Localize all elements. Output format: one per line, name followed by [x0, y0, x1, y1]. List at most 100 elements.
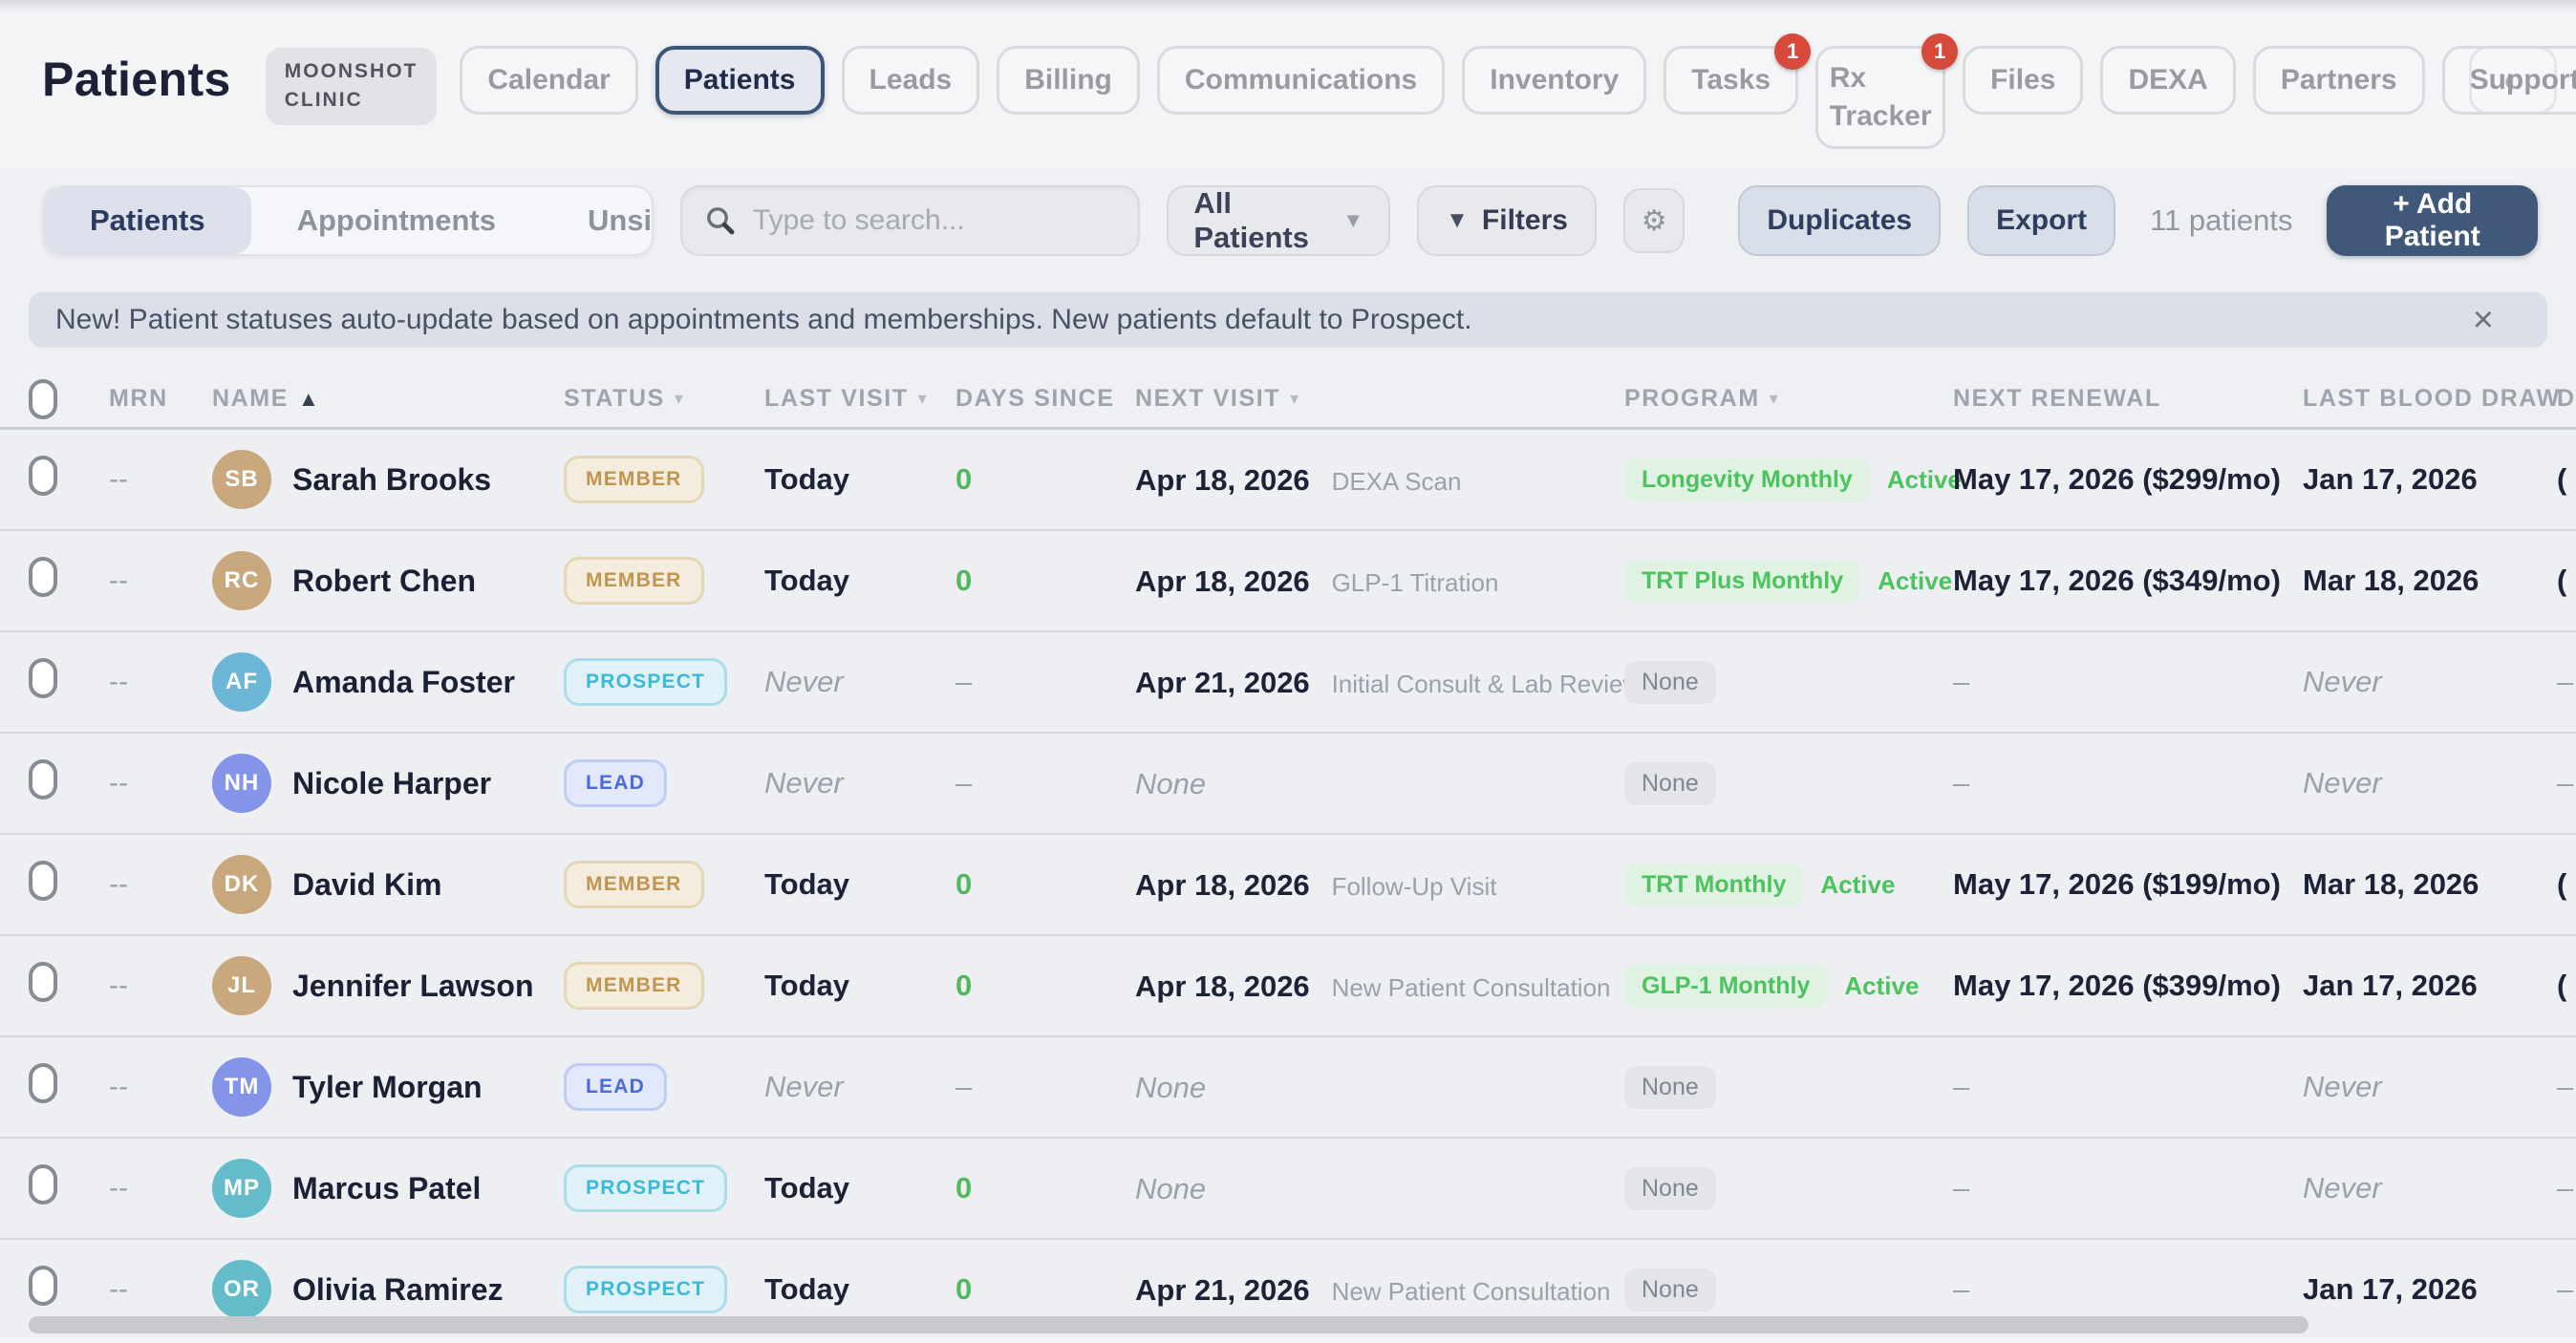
row-checkbox[interactable] — [29, 759, 57, 799]
nav-tab-communications[interactable]: Communications — [1157, 46, 1445, 115]
next-visit-type: GLP-1 Titration — [1332, 568, 1499, 597]
column-header-next-renewal[interactable]: NEXT RENEWAL — [1953, 385, 2303, 413]
nav-tab-dexa[interactable]: DEXA — [2100, 46, 2235, 115]
column-header-d[interactable]: D — [2557, 385, 2576, 413]
program-badge: GLP-1 Monthly — [1624, 965, 1827, 1008]
last-visit: Today — [764, 1171, 955, 1205]
filters-button[interactable]: ▼ Filters — [1417, 185, 1597, 256]
column-settings-button[interactable]: ⚙ — [1623, 188, 1685, 253]
patient-scope-select[interactable]: All Patients ▼ — [1167, 185, 1390, 256]
row-checkbox[interactable] — [29, 1266, 57, 1306]
table-row[interactable]: -- TM Tyler Morgan LEAD Never – None Non… — [0, 1037, 2576, 1139]
view-tab-appointments[interactable]: Appointments — [251, 187, 542, 254]
filters-label: Filters — [1482, 204, 1568, 237]
duplicates-button[interactable]: Duplicates — [1738, 185, 1941, 256]
nav-tab-leads[interactable]: Leads — [842, 46, 980, 115]
column-header-next-visit[interactable]: NEXT VISIT ▾ — [1135, 385, 1624, 413]
program-badge: None — [1624, 1268, 1716, 1311]
view-tab-patients[interactable]: Patients — [44, 187, 251, 254]
toolbar: Patients Appointments Unsigned Type to s… — [0, 168, 2576, 267]
patient-name: Sarah Brooks — [292, 462, 491, 498]
row-checkbox[interactable] — [29, 557, 57, 597]
table-row[interactable]: -- JL Jennifer Lawson MEMBER Today 0 Apr… — [0, 936, 2576, 1037]
program-status: Active — [1820, 870, 1895, 900]
search-input[interactable]: Type to search... — [680, 185, 1140, 256]
nav-tab-files[interactable]: Files — [1963, 46, 2083, 115]
row-mrn: -- — [109, 1172, 212, 1204]
row-mrn: -- — [109, 767, 212, 799]
days-since: – — [955, 766, 1135, 800]
select-all-checkbox[interactable] — [29, 379, 57, 419]
program-status: Active — [1878, 566, 1952, 596]
row-checkbox[interactable] — [29, 1063, 57, 1103]
view-tab-label: Appointments — [297, 203, 496, 238]
column-header-label: DAYS SINCE — [955, 385, 1115, 413]
top-navigation: Patients MOONSHOT CLINIC Calendar Patien… — [0, 0, 2576, 168]
row-checkbox[interactable] — [29, 861, 57, 901]
banner-close-icon[interactable]: × — [2446, 302, 2521, 338]
table-row[interactable]: -- MP Marcus Patel PROSPECT Today 0 None… — [0, 1139, 2576, 1240]
row-mrn: -- — [109, 1071, 212, 1103]
program-badge: None — [1624, 661, 1716, 704]
avatar: AF — [212, 652, 271, 712]
column-header-last-blood-draw[interactable]: LAST BLOOD DRAW — [2303, 385, 2557, 413]
status-badge: LEAD — [564, 759, 667, 807]
last-visit: Today — [764, 564, 955, 598]
table-row[interactable]: -- NH Nicole Harper LEAD Never – None No… — [0, 734, 2576, 835]
export-button[interactable]: Export — [1967, 185, 2115, 256]
avatar: JL — [212, 956, 271, 1015]
column-header-last-visit[interactable]: LAST VISIT ▾ — [764, 385, 955, 413]
table-row[interactable]: -- DK David Kim MEMBER Today 0 Apr 18, 2… — [0, 835, 2576, 936]
row-checkbox[interactable] — [29, 456, 57, 496]
nav-tab-billing[interactable]: Billing — [997, 46, 1140, 115]
status-badge: MEMBER — [564, 557, 704, 605]
gear-icon: ⚙ — [1642, 204, 1667, 238]
nav-tab-rx-tracker[interactable]: Rx Tracker 1 — [1815, 46, 1945, 149]
app-root: { "header": { "page_title": "Patients", … — [0, 0, 2576, 1343]
nav-tab-calendar[interactable]: Calendar — [460, 46, 637, 115]
last-visit: Never — [764, 1070, 955, 1104]
view-tab-unsigned[interactable]: Unsigned — [542, 187, 654, 254]
next-visit-date: None — [1135, 767, 1206, 800]
nav-tab-patients[interactable]: Patients — [655, 46, 825, 115]
column-header-status[interactable]: STATUS ▾ — [564, 385, 764, 413]
next-visit-date: None — [1135, 1172, 1206, 1205]
column-header-mrn[interactable]: MRN — [109, 385, 212, 413]
patient-name: Marcus Patel — [292, 1171, 481, 1206]
clipped-column-cell: – — [2557, 1272, 2576, 1307]
clipped-column-cell: ( — [2557, 867, 2576, 902]
row-mrn: -- — [109, 1273, 212, 1306]
tab-label: Partners — [2281, 64, 2397, 96]
row-checkbox[interactable] — [29, 1164, 57, 1204]
column-header[interactable] — [29, 379, 109, 419]
avatar: NH — [212, 754, 271, 813]
last-visit: Today — [764, 1272, 955, 1307]
page-title: Patients — [42, 52, 231, 107]
status-badge: MEMBER — [564, 456, 704, 503]
nav-tab-tasks[interactable]: Tasks 1 — [1664, 46, 1798, 115]
nav-tab-inventory[interactable]: Inventory — [1462, 46, 1646, 115]
nav-tab-support[interactable]: Support — [2442, 46, 2576, 115]
program-badge: None — [1624, 1066, 1716, 1109]
row-mrn: -- — [109, 463, 212, 496]
next-visit-date: Apr 18, 2026 — [1135, 970, 1310, 1003]
column-header-program[interactable]: PROGRAM ▾ — [1624, 385, 1953, 413]
row-checkbox[interactable] — [29, 658, 57, 698]
status-badge: MEMBER — [564, 861, 704, 908]
table-row[interactable]: -- SB Sarah Brooks MEMBER Today 0 Apr 18… — [0, 430, 2576, 531]
add-patient-button[interactable]: + Add Patient — [2327, 185, 2538, 256]
row-checkbox[interactable] — [29, 962, 57, 1002]
horizontal-scrollbar[interactable] — [29, 1316, 2308, 1333]
next-visit-date: Apr 18, 2026 — [1135, 868, 1310, 902]
nav-tab-partners[interactable]: Partners — [2253, 46, 2425, 115]
days-since: 0 — [955, 867, 1135, 902]
next-visit-date: Apr 18, 2026 — [1135, 565, 1310, 598]
column-header-days-since[interactable]: DAYS SINCE — [955, 385, 1135, 413]
next-renewal: – — [1953, 665, 2303, 699]
tab-label: DEXA — [2128, 64, 2207, 96]
column-header-name[interactable]: NAME ▲ — [212, 385, 564, 413]
clipped-column-cell: – — [2557, 665, 2576, 699]
patient-name: Jennifer Lawson — [292, 969, 534, 1004]
table-row[interactable]: -- AF Amanda Foster PROSPECT Never – Apr… — [0, 632, 2576, 734]
table-row[interactable]: -- RC Robert Chen MEMBER Today 0 Apr 18,… — [0, 531, 2576, 632]
